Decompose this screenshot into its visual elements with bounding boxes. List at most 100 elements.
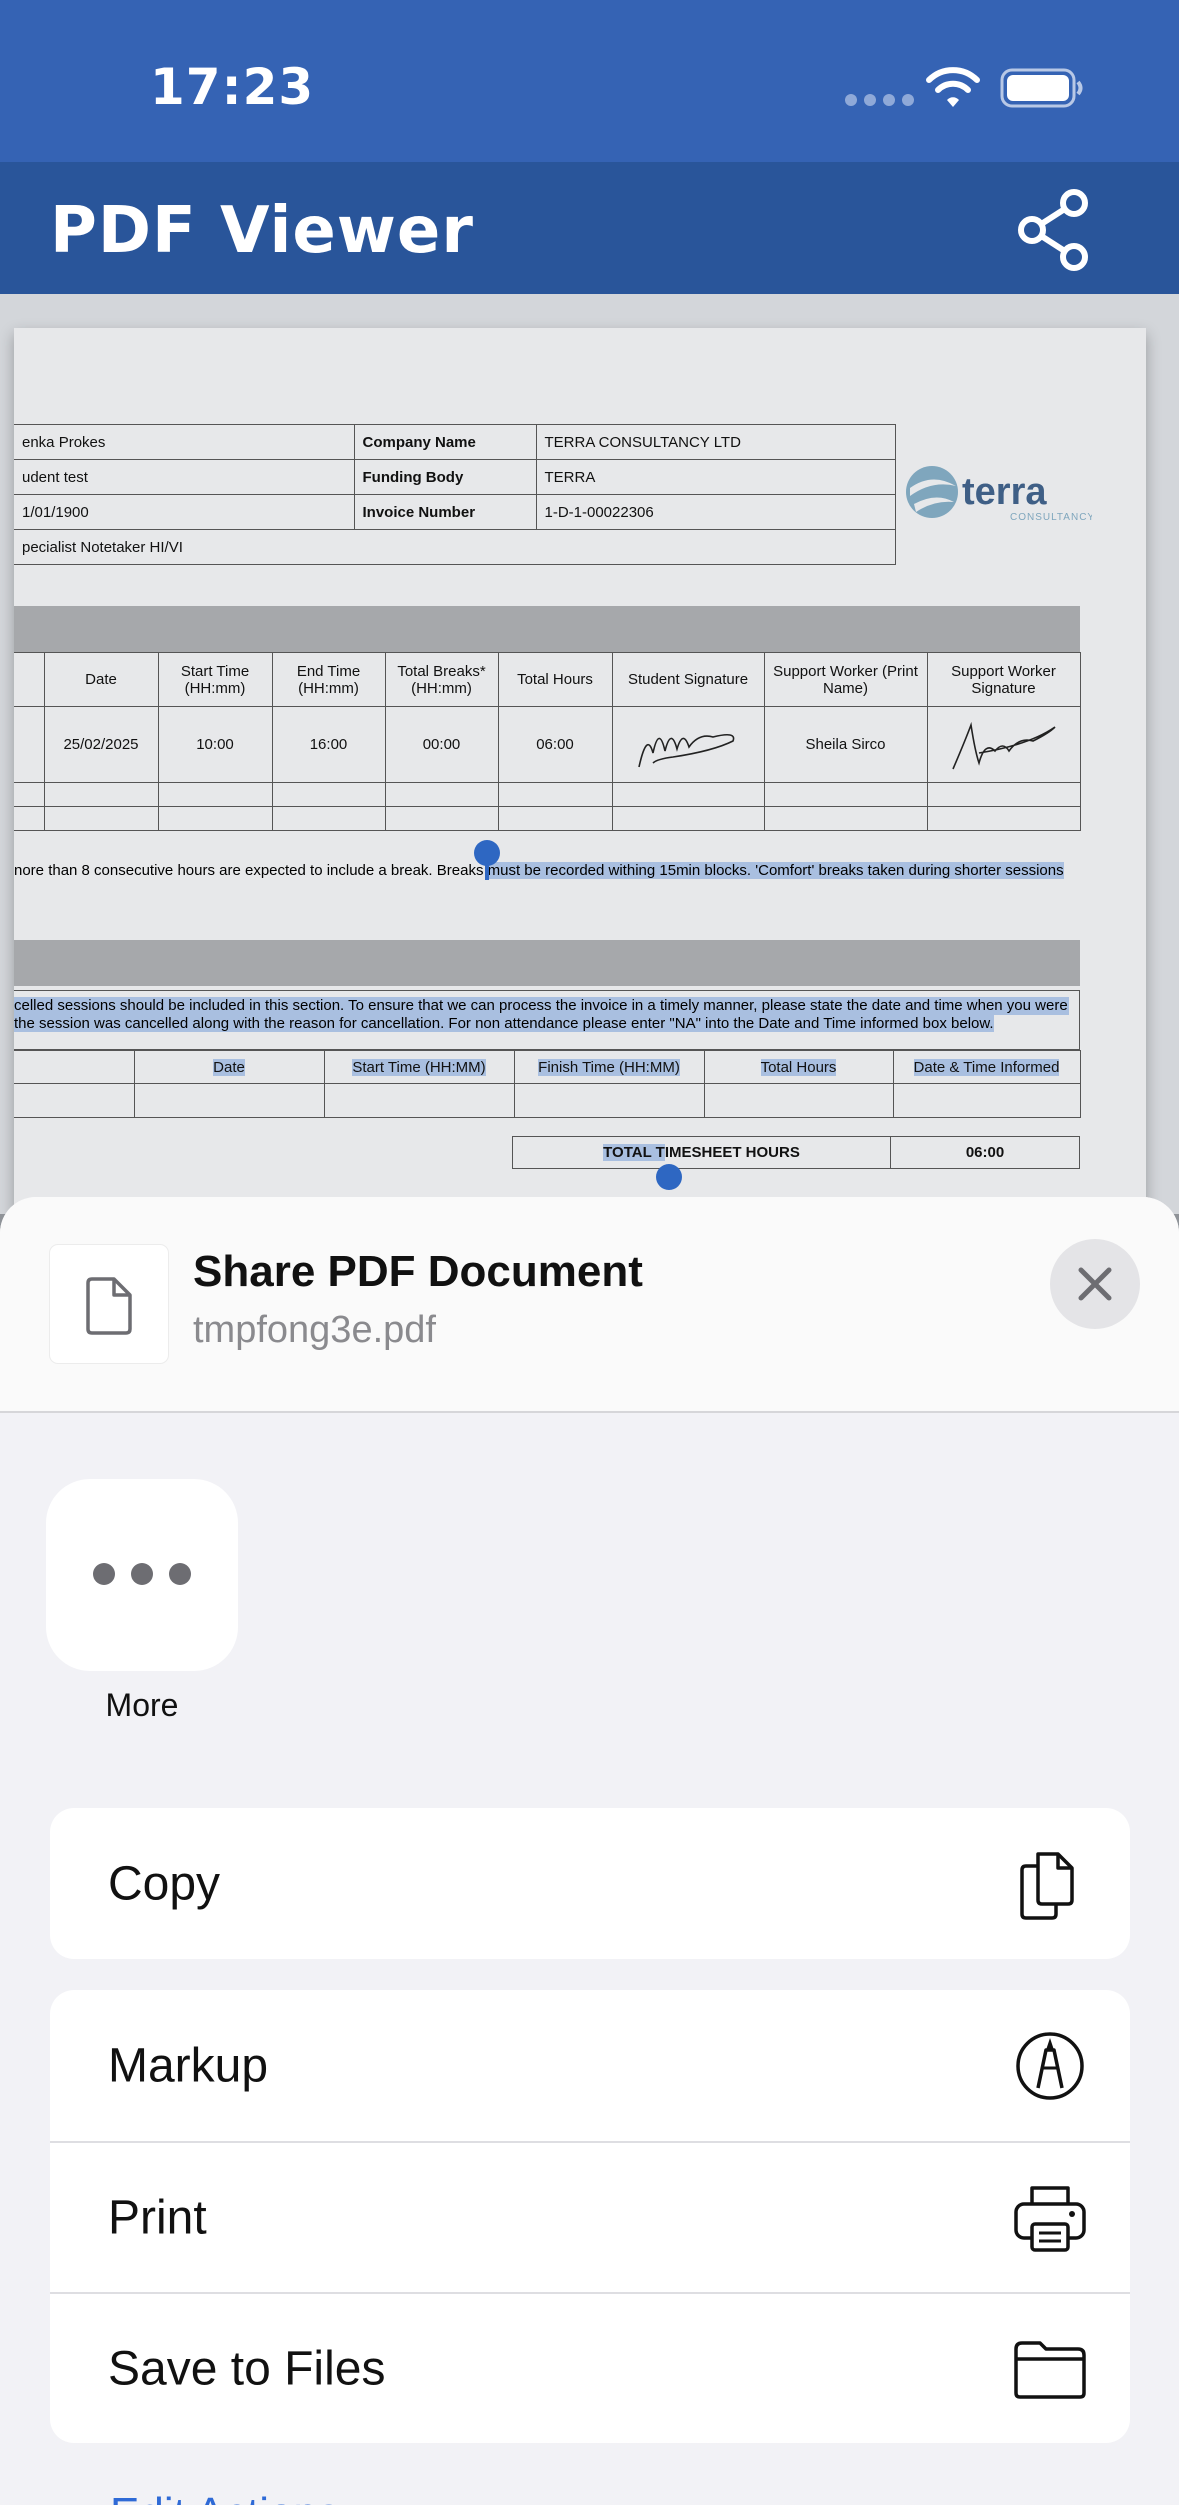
total-label: TOTAL TIMESHEET HOURS [512,1136,891,1169]
logo-subtext: CONSULTANCY [1010,512,1092,523]
section-header-bar [14,940,1080,986]
note-text: nore than 8 consecutive hours are expect… [14,862,488,879]
wifi-icon [926,67,980,107]
table-row: udent test Funding Body TERRA [14,459,896,495]
logo-text: terra [962,471,1047,513]
total-hours-table: TOTAL TIMESHEET HOURS 06:00 [512,1136,1080,1169]
table-cell: enka Prokes [14,424,355,460]
column-header: Start Time (HH:mm) [157,652,273,707]
share-sheet-title: Share PDF Document [193,1247,643,1296]
table-row [14,782,1081,807]
table-cell: Sheila Sirco [763,706,928,783]
more-icon [93,1563,191,1585]
table-cell [14,706,45,783]
pdf-page[interactable]: enka Prokes Company Name TERRA CONSULTAN… [14,328,1146,1214]
status-time: 17:23 [150,58,315,116]
table-row [14,1083,1081,1118]
column-header: Date & Time Informed [892,1050,1081,1084]
column-header: Total Breaks* (HH:mm) [384,652,499,707]
cancellation-note[interactable]: celled sessions should be included in th… [14,990,1080,1050]
table-cell: 1-D-1-00022306 [535,494,896,530]
markup-icon [1016,2031,1084,2100]
action-label: Markup [108,2039,269,2092]
more-label: More [105,1687,179,1723]
column-header [14,1050,135,1084]
terra-logo: terra CONSULTANCY [906,466,1092,523]
share-icon[interactable] [1012,187,1094,273]
status-bar: 17:23 [0,0,1179,162]
table-cell: 16:00 [271,706,386,783]
copy-action-group: Copy [50,1808,1130,1959]
copy-action[interactable]: Copy [50,1808,1130,1959]
column-header: Total Hours [703,1050,894,1084]
column-header: Date [133,1050,325,1084]
column-header: Date [43,652,159,707]
table-cell: 1/01/1900 [14,494,355,530]
actions-group: Markup Print Save to Files [50,1990,1130,2443]
table-cell [611,706,765,783]
printer-icon [1014,2185,1086,2252]
table-cell: 06:00 [497,706,613,783]
table-cell: Invoice Number [353,494,537,530]
selected-text[interactable]: must be recorded withing 15min blocks. '… [487,862,1064,879]
table-header-row: Date Start Time (HH:MM) Finish Time (HH:… [14,1050,1081,1084]
column-header: Support Worker (Print Name) [763,652,928,707]
column-header: Start Time (HH:MM) [323,1050,515,1084]
table-cell: udent test [14,459,355,495]
column-header: End Time (HH:mm) [271,652,386,707]
share-sheet-filename: tmpfong3e.pdf [193,1309,436,1351]
student-signature [638,733,735,767]
close-button[interactable] [1050,1239,1140,1329]
table-cell: 10:00 [157,706,273,783]
column-header: Support Worker Signature [926,652,1081,707]
close-icon [1078,1267,1112,1301]
print-action[interactable]: Print [50,2141,1130,2292]
breaks-note[interactable]: nore than 8 consecutive hours are expect… [14,862,1146,879]
app-bar: PDF Viewer [0,162,1179,294]
battery-icon [1000,68,1083,108]
edit-actions-link[interactable]: Edit Actions... [110,2489,377,2505]
selection-start-handle[interactable] [474,840,500,880]
table-row [14,806,1081,831]
column-header: Student Signature [611,652,765,707]
app-title: PDF Viewer [50,194,474,268]
action-label: Copy [108,1857,221,1910]
selected-text[interactable]: celled sessions should be included in th… [14,997,1069,1015]
table-cell: Funding Body [353,459,537,495]
table-cell: Company Name [353,424,537,460]
copy-icon [1020,1851,1074,1920]
total-value: 06:00 [890,1136,1080,1169]
action-label: Print [108,2191,207,2244]
table-header-row: Date Start Time (HH:mm) End Time (HH:mm)… [14,652,1081,707]
column-header: Finish Time (HH:MM) [513,1050,705,1084]
timesheet-info-table: enka Prokes Company Name TERRA CONSULTAN… [14,424,896,565]
document-icon [86,1277,132,1335]
more-button[interactable] [46,1479,238,1671]
table-cell: 25/02/2025 [43,706,159,783]
selected-text[interactable]: the session was cancelled along with the… [14,1015,994,1032]
table-cell [926,706,1081,783]
sessions-table: Date Start Time (HH:mm) End Time (HH:mm)… [14,652,1081,831]
share-sheet-header: Share PDF Document tmpfong3e.pdf [0,1197,1179,1413]
table-row: 25/02/2025 10:00 16:00 00:00 06:00 Sheil… [14,706,1081,783]
pdf-viewer[interactable]: enka Prokes Company Name TERRA CONSULTAN… [0,294,1179,1214]
save-to-files-action[interactable]: Save to Files [50,2292,1130,2443]
column-header: Total Hours [497,652,613,707]
folder-icon [1014,2340,1086,2399]
table-cell: 00:00 [384,706,499,783]
table-row: TOTAL TIMESHEET HOURS 06:00 [512,1136,1080,1169]
document-thumbnail [50,1245,168,1363]
worker-signature [951,721,1056,769]
table-row: enka Prokes Company Name TERRA CONSULTAN… [14,424,896,460]
table-cell: TERRA [535,459,896,495]
share-sheet: Share PDF Document tmpfong3e.pdf More Co… [0,1197,1179,2505]
section-header-bar [14,606,1080,652]
table-row: 1/01/1900 Invoice Number 1-D-1-00022306 [14,494,896,530]
markup-action[interactable]: Markup [50,1990,1130,2141]
table-cell: pecialist Notetaker HI/VI [14,529,896,565]
cancellations-table: Date Start Time (HH:MM) Finish Time (HH:… [14,1050,1081,1118]
cellular-signal-icon [845,94,914,106]
action-label: Save to Files [108,2342,386,2395]
selection-end-handle[interactable] [656,1164,682,1190]
table-cell: TERRA CONSULTANCY LTD [535,424,896,460]
